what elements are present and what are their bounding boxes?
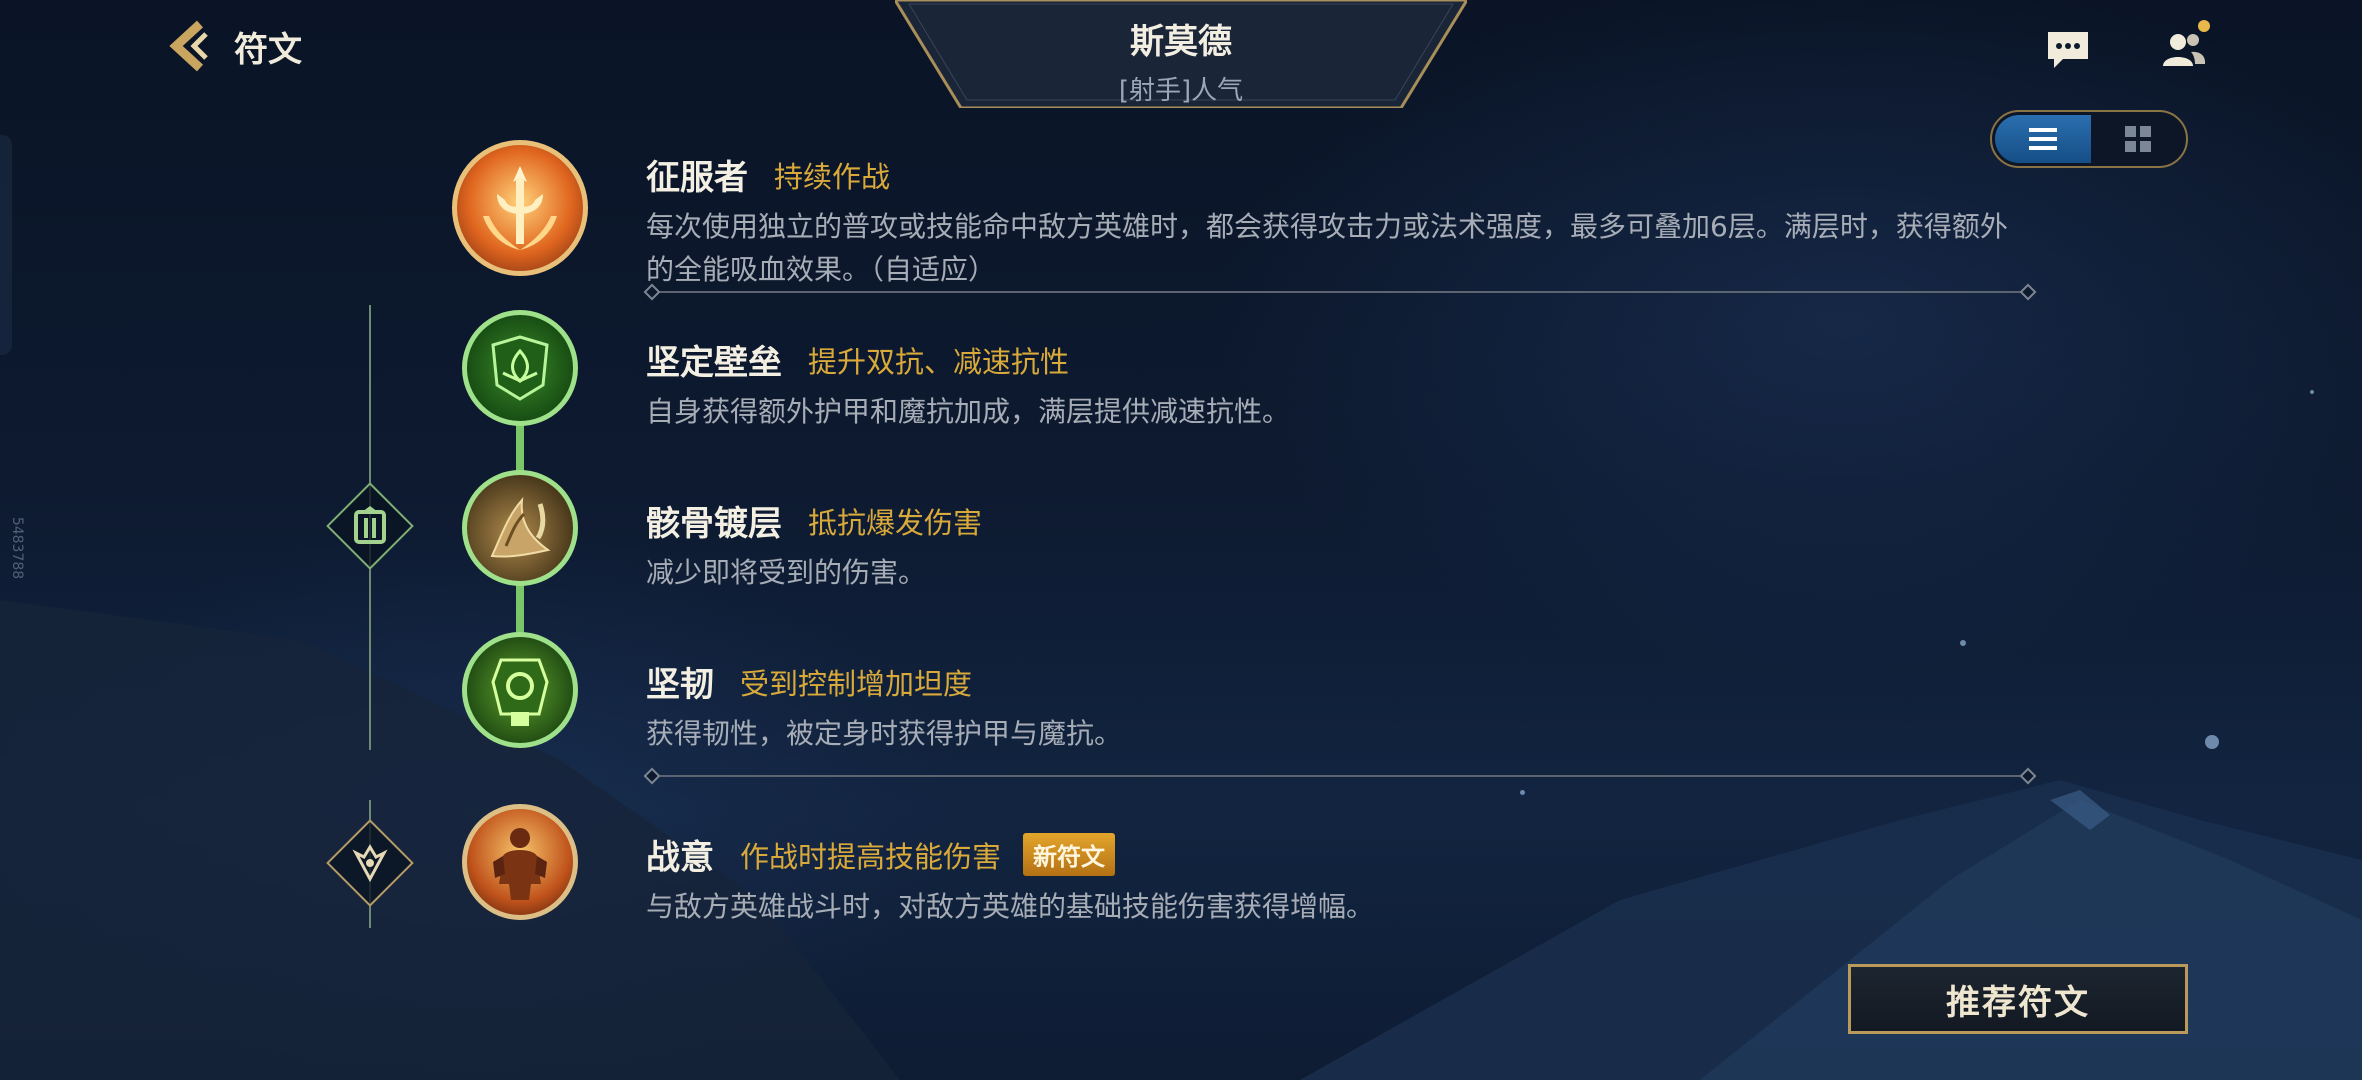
rune-row-steadfast-bulwark: 坚定壁垒 提升双抗、减速抗性 自身获得额外护甲和魔抗加成，满层提供减速抗性。	[646, 335, 1290, 433]
back-button[interactable]: 符文	[160, 14, 302, 78]
rune-name: 征服者	[646, 158, 748, 198]
star-decoration	[2205, 735, 2219, 749]
rune-tag: 作战时提高技能伤害	[740, 839, 1002, 874]
page-title: 符文	[234, 29, 302, 70]
rune-name: 骸骨镀层	[646, 504, 782, 544]
rune-row-battle-spirit: 战意 作战时提高技能伤害 新符文 与敌方英雄战斗时，对敌方英雄的基础技能伤害获得…	[646, 830, 1374, 928]
rune-description: 自身获得额外护甲和魔抗加成，满层提供减速抗性。	[646, 395, 1291, 428]
hero-name: 斯莫德	[1130, 22, 1232, 62]
chat-icon	[2048, 32, 2088, 68]
recommend-runes-button[interactable]: 推荐符文	[1848, 964, 2188, 1034]
hero-subtitle: [射手]人气	[1118, 76, 1244, 106]
rune-icon-steadfast-bulwark[interactable]	[462, 310, 578, 426]
resolve-path-marker	[322, 478, 418, 574]
rune-name: 坚韧	[646, 665, 714, 705]
rune-description: 减少即将受到的伤害。	[646, 556, 927, 589]
friends-button[interactable]	[2156, 20, 2212, 78]
star-decoration	[1960, 640, 1966, 646]
rune-description: 每次使用独立的普攻或技能命中敌方英雄时，都会获得攻击力或法术强度，最多可叠加6层…	[646, 210, 2008, 286]
rune-tag: 受到控制增加坦度	[740, 666, 973, 701]
rune-tag: 提升双抗、减速抗性	[808, 344, 1070, 379]
rune-tag: 抵抗爆发伤害	[808, 505, 983, 540]
rune-row-tenacity: 坚韧 受到控制增加坦度 获得韧性，被定身时获得护甲与魔抗。	[646, 657, 1122, 755]
bone-claw-icon	[490, 496, 551, 558]
domination-path-marker	[322, 815, 418, 911]
side-id-text: 5483788	[9, 516, 26, 580]
armored-fist-icon	[491, 658, 549, 726]
leaf-shield-icon	[491, 335, 549, 401]
side-drawer-handle[interactable]	[0, 135, 12, 355]
star-decoration	[1520, 790, 1525, 795]
friends-icon	[2163, 34, 2206, 66]
warrior-icon	[493, 828, 547, 900]
rune-icon-tenacity[interactable]	[462, 632, 578, 748]
notification-dot	[2198, 20, 2210, 32]
star-decoration	[2310, 390, 2314, 394]
trident-icon	[483, 166, 557, 250]
back-arrow-icon	[169, 20, 208, 72]
rune-description: 与敌方英雄战斗时，对敌方英雄的基础技能伤害获得增幅。	[646, 890, 1375, 923]
divider	[652, 291, 2028, 293]
domination-path-icon	[352, 844, 388, 883]
rune-icon-conqueror[interactable]	[452, 140, 588, 276]
rune-name: 坚定壁垒	[646, 343, 782, 383]
resolve-path-icon	[354, 506, 386, 544]
hero-header: 斯莫德 [射手]人气	[895, 0, 1467, 108]
rune-tag: 持续作战	[774, 159, 891, 194]
rune-row-conqueror: 征服者 持续作战 每次使用独立的普攻或技能命中敌方英雄时，都会获得攻击力或法术强…	[646, 150, 2026, 291]
rune-connector	[516, 420, 524, 476]
new-rune-badge: 新符文	[1023, 833, 1116, 876]
rune-icon-battle-spirit[interactable]	[462, 804, 578, 920]
rune-row-bone-plating: 骸骨镀层 抵抗爆发伤害 减少即将受到的伤害。	[646, 496, 982, 594]
divider	[652, 775, 2028, 777]
grid-view-button[interactable]	[2091, 112, 2187, 166]
list-icon	[2028, 128, 2057, 150]
rune-icon-bone-plating[interactable]	[462, 470, 578, 586]
rune-name: 战意	[646, 838, 714, 878]
rune-description: 获得韧性，被定身时获得护甲与魔抗。	[646, 717, 1123, 750]
rune-connector	[516, 580, 524, 636]
chat-button[interactable]	[2040, 22, 2096, 78]
grid-icon	[2125, 126, 2152, 152]
